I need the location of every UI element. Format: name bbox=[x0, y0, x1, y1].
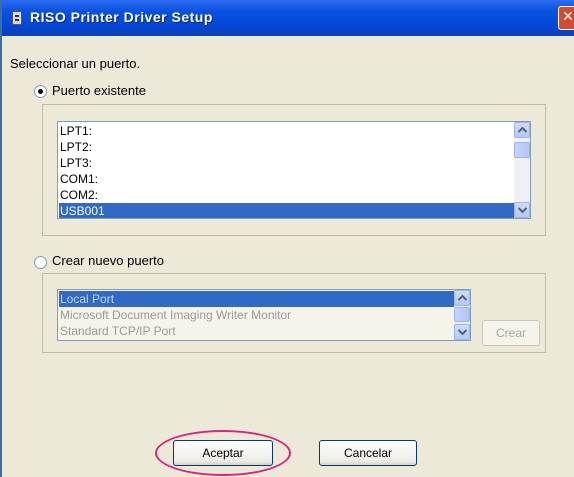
new-port-radio[interactable] bbox=[34, 256, 47, 269]
port-type-mdi-writer[interactable]: Microsoft Document Imaging Writer Monito… bbox=[59, 307, 456, 323]
existing-port-label[interactable]: Puerto existente bbox=[52, 83, 146, 98]
port-item-lpt2[interactable]: LPT2: bbox=[59, 139, 516, 155]
port-item-com1[interactable]: COM1: bbox=[59, 171, 516, 187]
scroll-down-arrow-icon bbox=[458, 329, 467, 335]
instruction-label: Seleccionar un puerto. bbox=[10, 56, 141, 71]
new-port-type-list[interactable]: Local Port Microsoft Document Imaging Wr… bbox=[57, 289, 471, 341]
existing-port-scrollbar[interactable] bbox=[514, 122, 530, 218]
printer-icon bbox=[12, 11, 22, 25]
accept-button[interactable]: Aceptar bbox=[173, 440, 273, 466]
port-item-com2[interactable]: COM2: bbox=[59, 187, 516, 203]
port-type-local[interactable]: Local Port bbox=[59, 291, 456, 307]
title-bar[interactable]: RISO Printer Driver Setup ✕ bbox=[2, 0, 574, 36]
new-port-label[interactable]: Crear nuevo puerto bbox=[52, 253, 164, 268]
scroll-up-arrow-icon bbox=[518, 127, 527, 133]
scroll-up-button[interactable] bbox=[514, 122, 530, 138]
scroll-up-arrow-icon bbox=[458, 295, 467, 301]
existing-port-list[interactable]: LPT1: LPT2: LPT3: COM1: COM2: USB001 bbox=[57, 121, 531, 219]
scroll-down-button[interactable] bbox=[514, 202, 530, 218]
scroll-up-button[interactable] bbox=[454, 290, 470, 306]
port-item-lpt1[interactable]: LPT1: bbox=[59, 123, 516, 139]
port-item-usb001[interactable]: USB001 bbox=[59, 203, 516, 218]
create-port-button[interactable]: Crear bbox=[482, 320, 540, 346]
port-item-lpt3[interactable]: LPT3: bbox=[59, 155, 516, 171]
new-port-scrollbar[interactable] bbox=[454, 290, 470, 340]
scroll-down-arrow-icon bbox=[518, 207, 527, 213]
existing-port-radio[interactable] bbox=[34, 85, 47, 98]
scroll-thumb[interactable] bbox=[454, 307, 470, 322]
close-icon: ✕ bbox=[562, 9, 574, 25]
cancel-button[interactable]: Cancelar bbox=[319, 440, 417, 466]
setup-dialog: RISO Printer Driver Setup ✕ Seleccionar … bbox=[0, 0, 574, 477]
scroll-thumb[interactable] bbox=[514, 142, 530, 158]
window-title: RISO Printer Driver Setup bbox=[30, 9, 213, 25]
port-type-tcpip[interactable]: Standard TCP/IP Port bbox=[59, 323, 456, 339]
scroll-down-button[interactable] bbox=[454, 324, 470, 340]
close-button[interactable]: ✕ bbox=[558, 6, 574, 30]
